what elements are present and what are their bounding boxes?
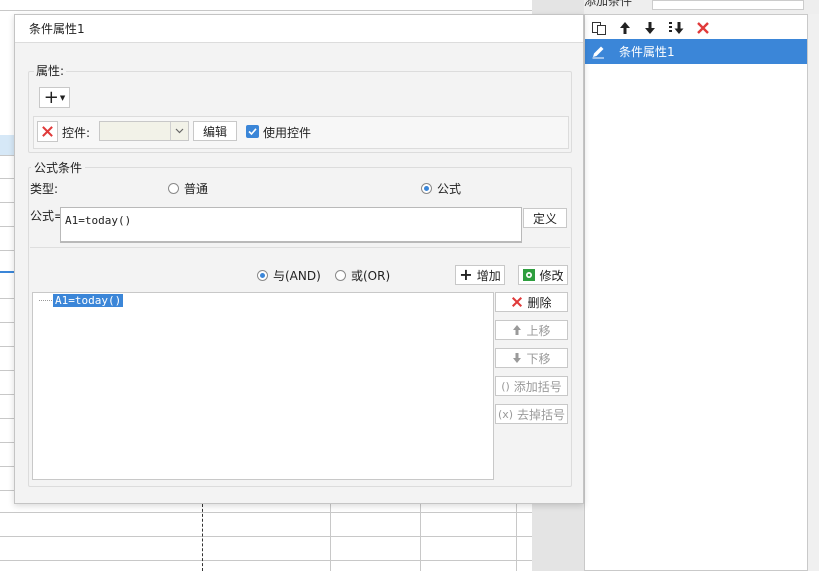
modify-gear-icon [523,269,536,281]
delete-icon[interactable] [693,18,713,38]
conditions-tree[interactable]: A1=today() [32,292,494,480]
widget-label: 控件: [62,126,91,140]
tree-item[interactable]: A1=today() [39,294,124,307]
chevron-down-icon [170,122,188,140]
move-up-button[interactable]: 上移 [495,320,568,340]
right-panel-scrollbar[interactable] [808,14,819,571]
logic-and-label: 与(AND) [273,269,321,283]
edit-button[interactable]: 编辑 [193,121,237,141]
remove-brackets-icon: (x) [497,407,514,421]
add-button-label: 增加 [476,268,501,283]
plus-icon: + [459,265,473,284]
brackets-icon: () [501,379,510,393]
delete-x-icon [512,296,523,308]
arrow-up-icon [513,325,522,335]
move-bottom-icon[interactable] [667,18,687,38]
formula-input[interactable]: A1=today() [60,207,522,243]
type-normal-radio[interactable]: 普通 [168,180,208,197]
radio-icon [335,270,346,281]
add-condition-title: 添加条件 [584,0,633,8]
move-up-label: 上移 [526,323,551,338]
use-widget-label: 使用控件 [263,126,312,140]
add-button[interactable]: + 增加 [455,265,505,285]
pencil-icon [585,44,611,60]
move-down-label: 下移 [526,351,551,366]
radio-selected-icon [421,183,432,194]
checkmark-icon [248,128,257,136]
type-normal-label: 普通 [184,182,209,196]
widget-select[interactable] [99,121,189,141]
modify-button[interactable]: 修改 [518,265,568,285]
condition-list-panel: 条件属性1 [584,14,808,571]
formula-input-value: A1=today() [65,214,132,227]
formula-condition-legend: 公式条件 [31,159,86,176]
move-down-button[interactable]: 下移 [495,348,568,368]
delete-button-label: 删除 [527,295,552,310]
define-button[interactable]: 定义 [523,208,567,228]
properties-legend: 属性: [34,62,67,79]
dialog-title: 条件属性1 [15,15,583,43]
dropdown-arrow-icon: ▼ [59,93,66,102]
delete-x-icon [42,126,53,137]
plus-icon: + [43,86,59,108]
delete-button[interactable]: 删除 [495,292,568,312]
condition-dialog: 条件属性1 属性: + ▼ 控件: 编辑 使用控件 公式条件 类型: 普通 公式… [14,14,584,504]
type-label: 类型: [30,182,59,196]
condition-item-label: 条件属性1 [619,45,675,59]
logic-or-label: 或(OR) [351,269,391,283]
add-brackets-button[interactable]: () 添加括号 [495,376,568,396]
logic-or-radio[interactable]: 或(OR) [335,267,390,284]
remove-brackets-label: 去掉括号 [517,407,566,422]
formula-label: 公式= [30,209,65,223]
modify-button-label: 修改 [539,268,564,283]
remove-property-button[interactable] [37,121,58,142]
tree-item-label: A1=today() [53,294,124,307]
use-widget-checkbox[interactable] [246,125,259,138]
condition-item[interactable]: 条件属性1 [585,39,807,64]
add-property-button[interactable]: + ▼ [39,87,70,108]
type-formula-radio[interactable]: 公式 [421,180,461,197]
arrow-up-icon[interactable] [615,18,635,38]
copy-icon[interactable] [589,18,609,38]
remove-brackets-button[interactable]: (x) 去掉括号 [495,404,568,424]
type-formula-label: 公式 [437,182,462,196]
arrow-down-icon[interactable] [640,18,660,38]
add-brackets-label: 添加括号 [513,379,562,394]
separator [30,247,570,248]
tree-connector [39,299,52,302]
radio-icon [168,183,179,194]
radio-selected-icon [257,270,268,281]
logic-and-radio[interactable]: 与(AND) [257,267,321,284]
right-top-strip: 添加条件 [584,0,819,14]
arrow-down-icon [513,353,522,363]
